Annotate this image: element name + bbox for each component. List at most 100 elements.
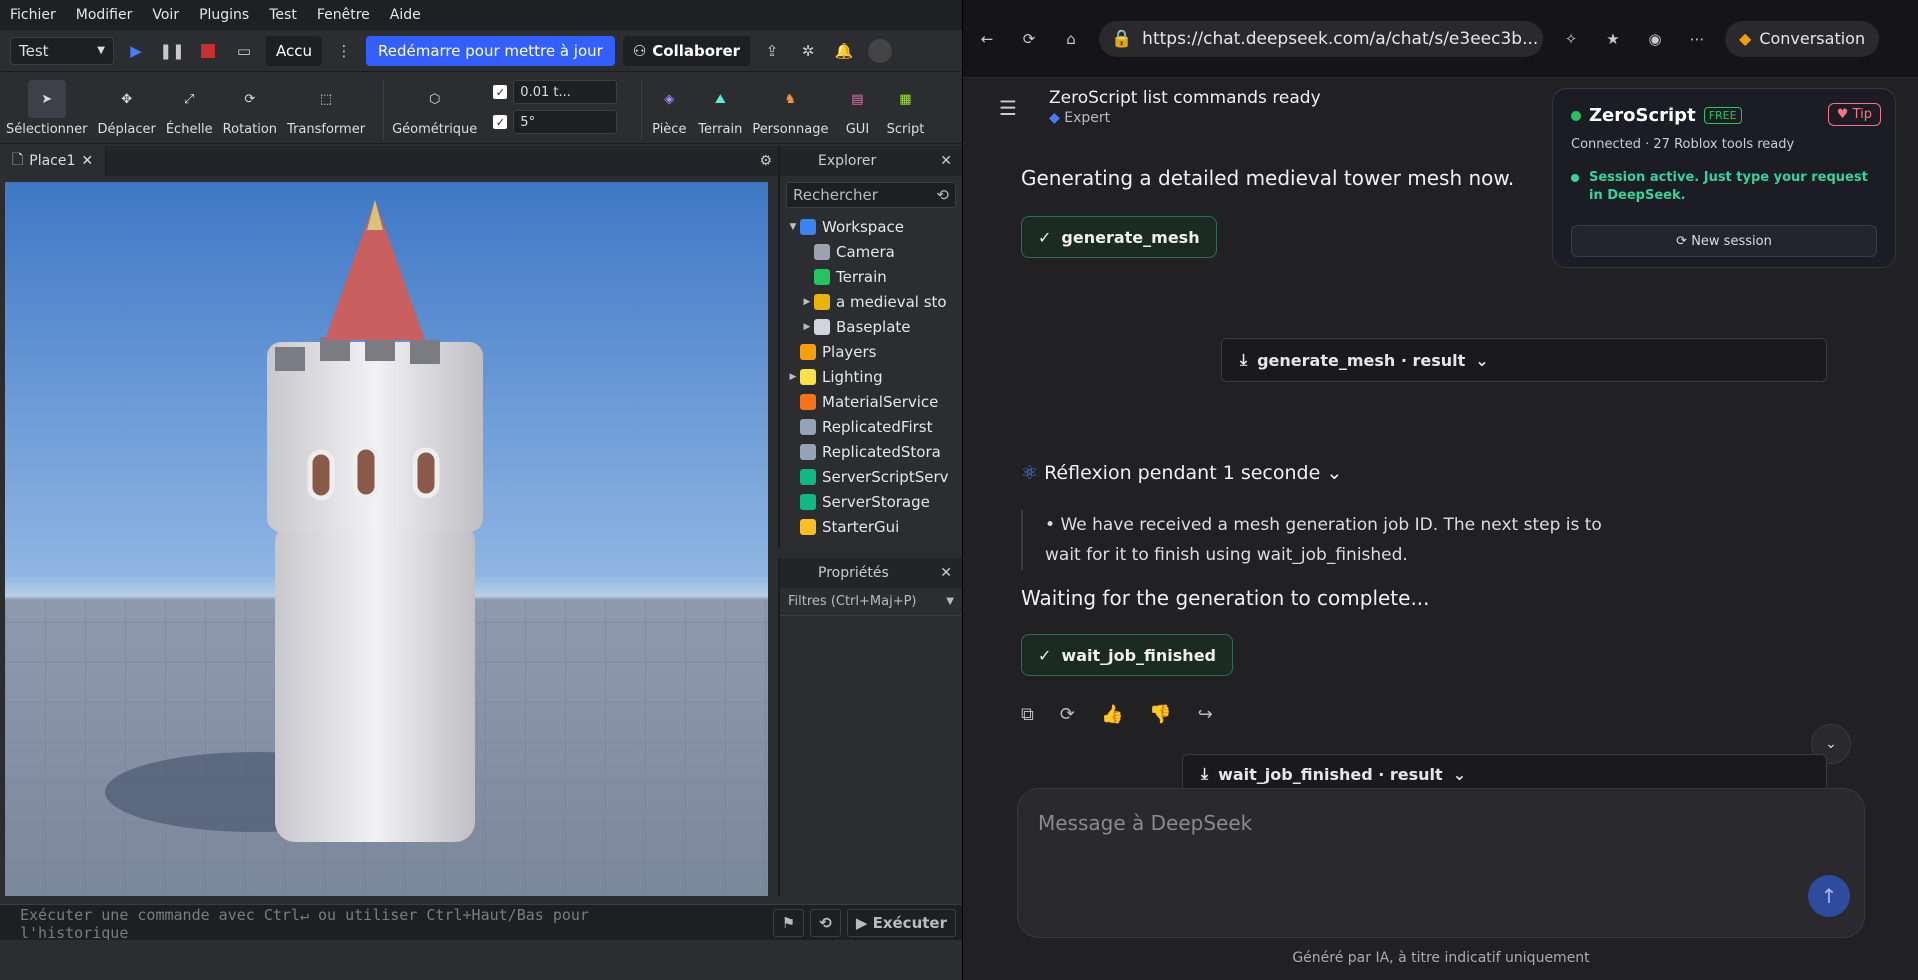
expand-arrow-icon[interactable]: ▶ bbox=[786, 372, 800, 382]
tool-gui[interactable]: ▤ GUI bbox=[838, 80, 876, 138]
back-icon[interactable]: ← bbox=[973, 25, 1001, 53]
copilot-conversation-button[interactable]: ◆ Conversation bbox=[1725, 20, 1880, 57]
history-icon[interactable]: ⟲ bbox=[810, 909, 841, 937]
thumbs-up-icon[interactable]: 👍 bbox=[1101, 704, 1123, 725]
tool-result-generate-mesh[interactable]: ⤓ generate_mesh · result ⌄ bbox=[1221, 338, 1827, 382]
team-icon[interactable]: ✲ bbox=[794, 37, 822, 65]
user-plus-icon: ⚇ bbox=[632, 41, 647, 60]
tool-terrain[interactable]: ⛰ Terrain bbox=[698, 80, 742, 138]
copy-icon[interactable]: ⧉ bbox=[1021, 704, 1034, 725]
play-icon[interactable]: ▶ bbox=[122, 37, 150, 65]
new-session-button[interactable]: ⟳ New session bbox=[1571, 225, 1877, 257]
tool-move[interactable]: ✥ Déplacer bbox=[98, 80, 156, 138]
menu-fenetre[interactable]: Fenêtre bbox=[317, 7, 370, 23]
menu-voir[interactable]: Voir bbox=[152, 7, 179, 23]
more-icon[interactable]: ⋯ bbox=[1683, 25, 1711, 53]
thinking-toggle[interactable]: ⚛ Réflexion pendant 1 seconde ⌄ bbox=[1021, 462, 1342, 484]
checkbox-icon[interactable]: ✓ bbox=[493, 85, 508, 99]
properties-filter[interactable]: Filtres (Ctrl+Maj+P) ▼ bbox=[780, 588, 962, 616]
stop-icon[interactable] bbox=[194, 37, 222, 65]
accu-button[interactable]: Accu bbox=[266, 35, 322, 66]
3d-viewport[interactable] bbox=[5, 182, 768, 896]
message-actions: ⧉ ⟳ 👍 👎 ↪ bbox=[1021, 704, 1213, 725]
tool-part[interactable]: ◈ Pièce bbox=[650, 80, 688, 138]
message-composer[interactable]: Message à DeepSeek ↑ bbox=[1017, 788, 1865, 938]
tree-item-label: a medieval sto bbox=[836, 292, 947, 311]
tree-item[interactable]: Terrain bbox=[780, 264, 962, 289]
close-icon[interactable]: ✕ bbox=[940, 565, 952, 581]
restart-update-button[interactable]: Redémarre pour mettre à jour bbox=[366, 35, 615, 66]
screen-icon[interactable]: ▭ bbox=[230, 37, 258, 65]
tree-item[interactable]: MaterialService bbox=[780, 389, 962, 414]
tree-item[interactable]: ServerScriptServ bbox=[780, 464, 962, 489]
menu-plugins[interactable]: Plugins bbox=[199, 7, 249, 23]
favorites-icon[interactable]: ★ bbox=[1599, 25, 1627, 53]
share-icon[interactable]: ↪ bbox=[1198, 704, 1213, 725]
collaborate-button[interactable]: ⚇ Collaborer bbox=[622, 35, 751, 66]
tower-window bbox=[352, 444, 380, 500]
tab-place1[interactable]: 🗋 Place1 ✕ bbox=[0, 146, 107, 176]
history-icon[interactable]: ⟲ bbox=[936, 186, 949, 204]
rotate-step-field[interactable]: 5° bbox=[513, 110, 618, 134]
menu-aide[interactable]: Aide bbox=[390, 7, 421, 23]
command-bar[interactable]: Exécuter une commande avec Ctrl↵ ou util… bbox=[0, 904, 962, 940]
profile-icon[interactable]: ◉ bbox=[1641, 25, 1669, 53]
tower-window bbox=[307, 449, 335, 501]
tip-button[interactable]: ♥ Tip bbox=[1827, 103, 1881, 126]
tree-item[interactable]: ▶ Baseplate bbox=[780, 314, 962, 339]
tool-script[interactable]: ▦ Script bbox=[886, 80, 925, 138]
tree-item[interactable]: ▼ Workspace bbox=[780, 214, 962, 239]
settings-icon[interactable]: ⚙ bbox=[759, 153, 772, 169]
menu-test[interactable]: Test bbox=[269, 7, 297, 23]
service-icon bbox=[814, 243, 830, 260]
tool-character[interactable]: ♞ Personnage bbox=[752, 80, 828, 138]
more-icon[interactable]: ⋮ bbox=[330, 37, 358, 65]
tree-item[interactable]: ▶ a medieval sto bbox=[780, 289, 962, 314]
tool-call-wait-job[interactable]: ✓ wait_job_finished bbox=[1021, 634, 1233, 676]
tool-select[interactable]: ➤ Sélectionner bbox=[6, 80, 88, 137]
execute-button[interactable]: ▶ Exécuter bbox=[846, 909, 956, 937]
close-icon[interactable]: ✕ bbox=[940, 153, 952, 169]
expand-arrow-icon[interactable]: ▶ bbox=[800, 322, 814, 332]
thinking-content: • We have received a mesh generation job… bbox=[1021, 510, 1641, 570]
checkbox-icon[interactable]: ✓ bbox=[493, 115, 508, 129]
send-icon[interactable]: ↑ bbox=[1808, 875, 1850, 917]
menu-modifier[interactable]: Modifier bbox=[76, 7, 133, 23]
play-icon: ▶ bbox=[855, 914, 873, 932]
tool-transform[interactable]: ⬚ Transformer bbox=[287, 80, 365, 138]
refresh-icon[interactable]: ⟳ bbox=[1015, 25, 1043, 53]
regenerate-icon[interactable]: ⟳ bbox=[1060, 704, 1075, 725]
character-icon: ♞ bbox=[784, 91, 797, 107]
bell-icon[interactable]: 🔔 bbox=[830, 37, 858, 65]
tool-geometric[interactable]: ⬡ Géométrique bbox=[392, 80, 477, 138]
tree-item[interactable]: ReplicatedFirst bbox=[780, 414, 962, 439]
thumbs-down-icon[interactable]: 👎 bbox=[1149, 704, 1171, 725]
tool-rotate[interactable]: ⟳ Rotation bbox=[223, 80, 277, 138]
sidebar-toggle-icon[interactable]: ☰ bbox=[999, 96, 1017, 120]
avatar[interactable] bbox=[866, 37, 894, 65]
explorer-title: Explorer bbox=[818, 153, 877, 169]
address-bar[interactable]: 🔒 https://chat.deepseek.com/a/chat/s/e3ee… bbox=[1099, 20, 1543, 57]
mode-select[interactable]: Test ▼ bbox=[10, 36, 114, 65]
tool-result-label: generate_mesh · result bbox=[1257, 350, 1466, 370]
expand-arrow-icon[interactable]: ▼ bbox=[786, 222, 800, 232]
move-step-field[interactable]: 0.01 t... bbox=[513, 80, 618, 104]
home-icon[interactable]: ⌂ bbox=[1057, 25, 1085, 53]
share-icon[interactable]: ⇪ bbox=[758, 37, 786, 65]
extensions-icon[interactable]: ✧ bbox=[1557, 25, 1585, 53]
explorer-search-input[interactable]: Rechercher ⟲ bbox=[786, 182, 956, 208]
tool-scale[interactable]: ⤢ Échelle bbox=[166, 80, 213, 138]
expand-arrow-icon[interactable]: ▶ bbox=[800, 297, 814, 307]
pause-icon[interactable]: ❚❚ bbox=[158, 37, 186, 65]
command-input[interactable]: Exécuter une commande avec Ctrl↵ ou util… bbox=[20, 906, 640, 940]
bookmark-icon[interactable]: ⚑ bbox=[772, 909, 805, 937]
menu-fichier[interactable]: Fichier bbox=[10, 7, 56, 23]
tree-item[interactable]: ▶ Lighting bbox=[780, 364, 962, 389]
tree-item[interactable]: ServerStorage bbox=[780, 489, 962, 514]
tool-call-generate-mesh[interactable]: ✓ generate_mesh bbox=[1021, 216, 1217, 258]
tree-item[interactable]: Players bbox=[780, 339, 962, 364]
tree-item[interactable]: StarterGui bbox=[780, 514, 962, 539]
tree-item[interactable]: Camera bbox=[780, 239, 962, 264]
tree-item[interactable]: ReplicatedStora bbox=[780, 439, 962, 464]
close-icon[interactable]: ✕ bbox=[81, 153, 93, 169]
